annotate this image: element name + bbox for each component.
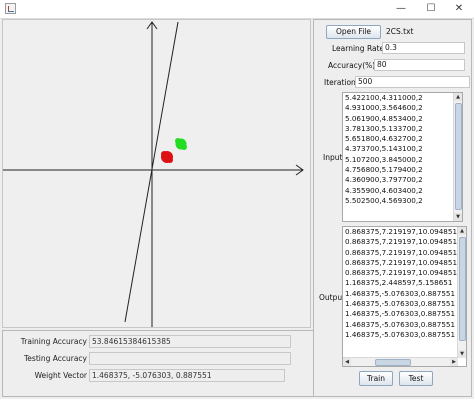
file-name-text: 2CS.txt	[386, 27, 414, 36]
scroll-thumb[interactable]	[459, 237, 466, 341]
training-accuracy-label: Training Accuracy	[20, 337, 87, 346]
accuracy-label: Accuracy(%)	[328, 61, 376, 70]
output-hscrollbar[interactable]: ◀ ▶	[343, 357, 458, 366]
list-item[interactable]: 1.468375,-5.076303,0.887551	[343, 299, 466, 309]
output-data-list[interactable]: 0.868375,7.219197,10.094851 0.868375,7.21…	[342, 226, 467, 367]
output-rows-container: 0.868375,7.219197,10.094851 0.868375,7.21…	[343, 227, 466, 340]
testing-accuracy-field	[89, 352, 291, 365]
minimize-button[interactable]: —	[386, 0, 416, 18]
list-item[interactable]: 5.502500,4.569300,2	[343, 196, 462, 206]
output-vscrollbar[interactable]: ▲ ▼	[457, 227, 466, 358]
scroll-right-icon[interactable]: ▶	[450, 358, 458, 366]
list-item[interactable]: 4.360900,3.797700,2	[343, 175, 462, 185]
learning-rate-label: Learning Rate	[332, 44, 385, 53]
scroll-down-icon[interactable]: ▼	[458, 350, 466, 358]
maximize-button[interactable]: ☐	[416, 0, 446, 18]
controls-panel: Open File 2CS.txt Learning Rate 0.3 Accu…	[313, 19, 472, 397]
list-item[interactable]: 1.468375,-5.076303,0.887551	[343, 330, 466, 340]
input-label: Input	[323, 153, 343, 162]
testing-accuracy-label: Testing Accuracy	[24, 354, 87, 363]
list-item[interactable]: 4.373700,5.143100,2	[343, 144, 462, 154]
red-cluster-point	[167, 157, 173, 163]
list-item[interactable]: 3.781300,5.133700,2	[343, 124, 462, 134]
scatter-plot	[3, 21, 304, 327]
list-item[interactable]: 1.468375,-5.076303,0.887551	[343, 309, 466, 319]
list-item[interactable]: 5.061900,4.853400,2	[343, 114, 462, 124]
iteration-label: Iteration	[324, 78, 356, 87]
scroll-thumb[interactable]	[455, 103, 462, 210]
plot-canvas	[2, 19, 311, 328]
list-item[interactable]: 0.868375,7.219197,10.094851	[343, 258, 466, 268]
list-item[interactable]: 0.868375,7.219197,10.094851	[343, 237, 466, 247]
train-button[interactable]: Train	[359, 371, 393, 386]
list-item[interactable]: 1.468375,-5.076303,0.887551	[343, 320, 466, 330]
training-accuracy-field: 53.84615384615385	[89, 335, 291, 348]
red-cluster-point	[161, 151, 167, 157]
scroll-up-icon[interactable]: ▲	[458, 227, 466, 235]
list-item[interactable]: 0.868375,7.219197,10.094851	[343, 268, 466, 278]
iteration-input[interactable]: 500	[355, 76, 470, 88]
learning-rate-input[interactable]: 0.3	[382, 42, 465, 54]
list-item[interactable]: 5.422100,4.311000,2	[343, 93, 462, 103]
list-item[interactable]: 4.756800,5.179400,2	[343, 165, 462, 175]
scroll-down-icon[interactable]: ▼	[454, 213, 462, 221]
list-item[interactable]: 1.168375,2.448597,5.158651	[343, 278, 466, 288]
test-button[interactable]: Test	[399, 371, 433, 386]
green-cluster-point	[181, 144, 187, 150]
open-file-button[interactable]: Open File	[326, 25, 381, 39]
scroll-left-icon[interactable]: ◀	[343, 358, 351, 366]
list-item[interactable]: 4.355900,4.603400,2	[343, 186, 462, 196]
list-item[interactable]: 0.868375,7.219197,10.094851	[343, 227, 466, 237]
accuracy-input[interactable]: 80	[374, 59, 465, 71]
list-item[interactable]: 1.468375,-5.076303,0.887551	[343, 289, 466, 299]
list-item[interactable]: 0.868375,7.219197,10.094851	[343, 248, 466, 258]
list-item[interactable]: 5.107200,3.845000,2	[343, 155, 462, 165]
list-item[interactable]: 5.651800,4.632700,2	[343, 134, 462, 144]
weight-vector-label: Weight Vector	[34, 371, 87, 380]
input-data-list[interactable]: 5.422100,4.311000,2 4.931000,3.564600,2 5.…	[342, 92, 463, 222]
input-scrollbar[interactable]: ▲ ▼	[453, 93, 462, 221]
results-panel: Training Accuracy 53.84615384615385 Test…	[2, 330, 316, 397]
close-button[interactable]: ✕	[444, 0, 474, 18]
list-item[interactable]: 4.931000,3.564600,2	[343, 103, 462, 113]
input-rows-container: 5.422100,4.311000,2 4.931000,3.564600,2 5.…	[343, 93, 462, 206]
scroll-thumb[interactable]	[375, 359, 411, 366]
java-app-icon	[5, 3, 16, 14]
green-cluster-point	[175, 138, 181, 144]
scroll-up-icon[interactable]: ▲	[454, 93, 462, 101]
weight-vector-field: 1.468375, -5.076303, 0.887551	[89, 369, 285, 382]
window-titlebar: — ☐ ✕	[0, 0, 474, 19]
